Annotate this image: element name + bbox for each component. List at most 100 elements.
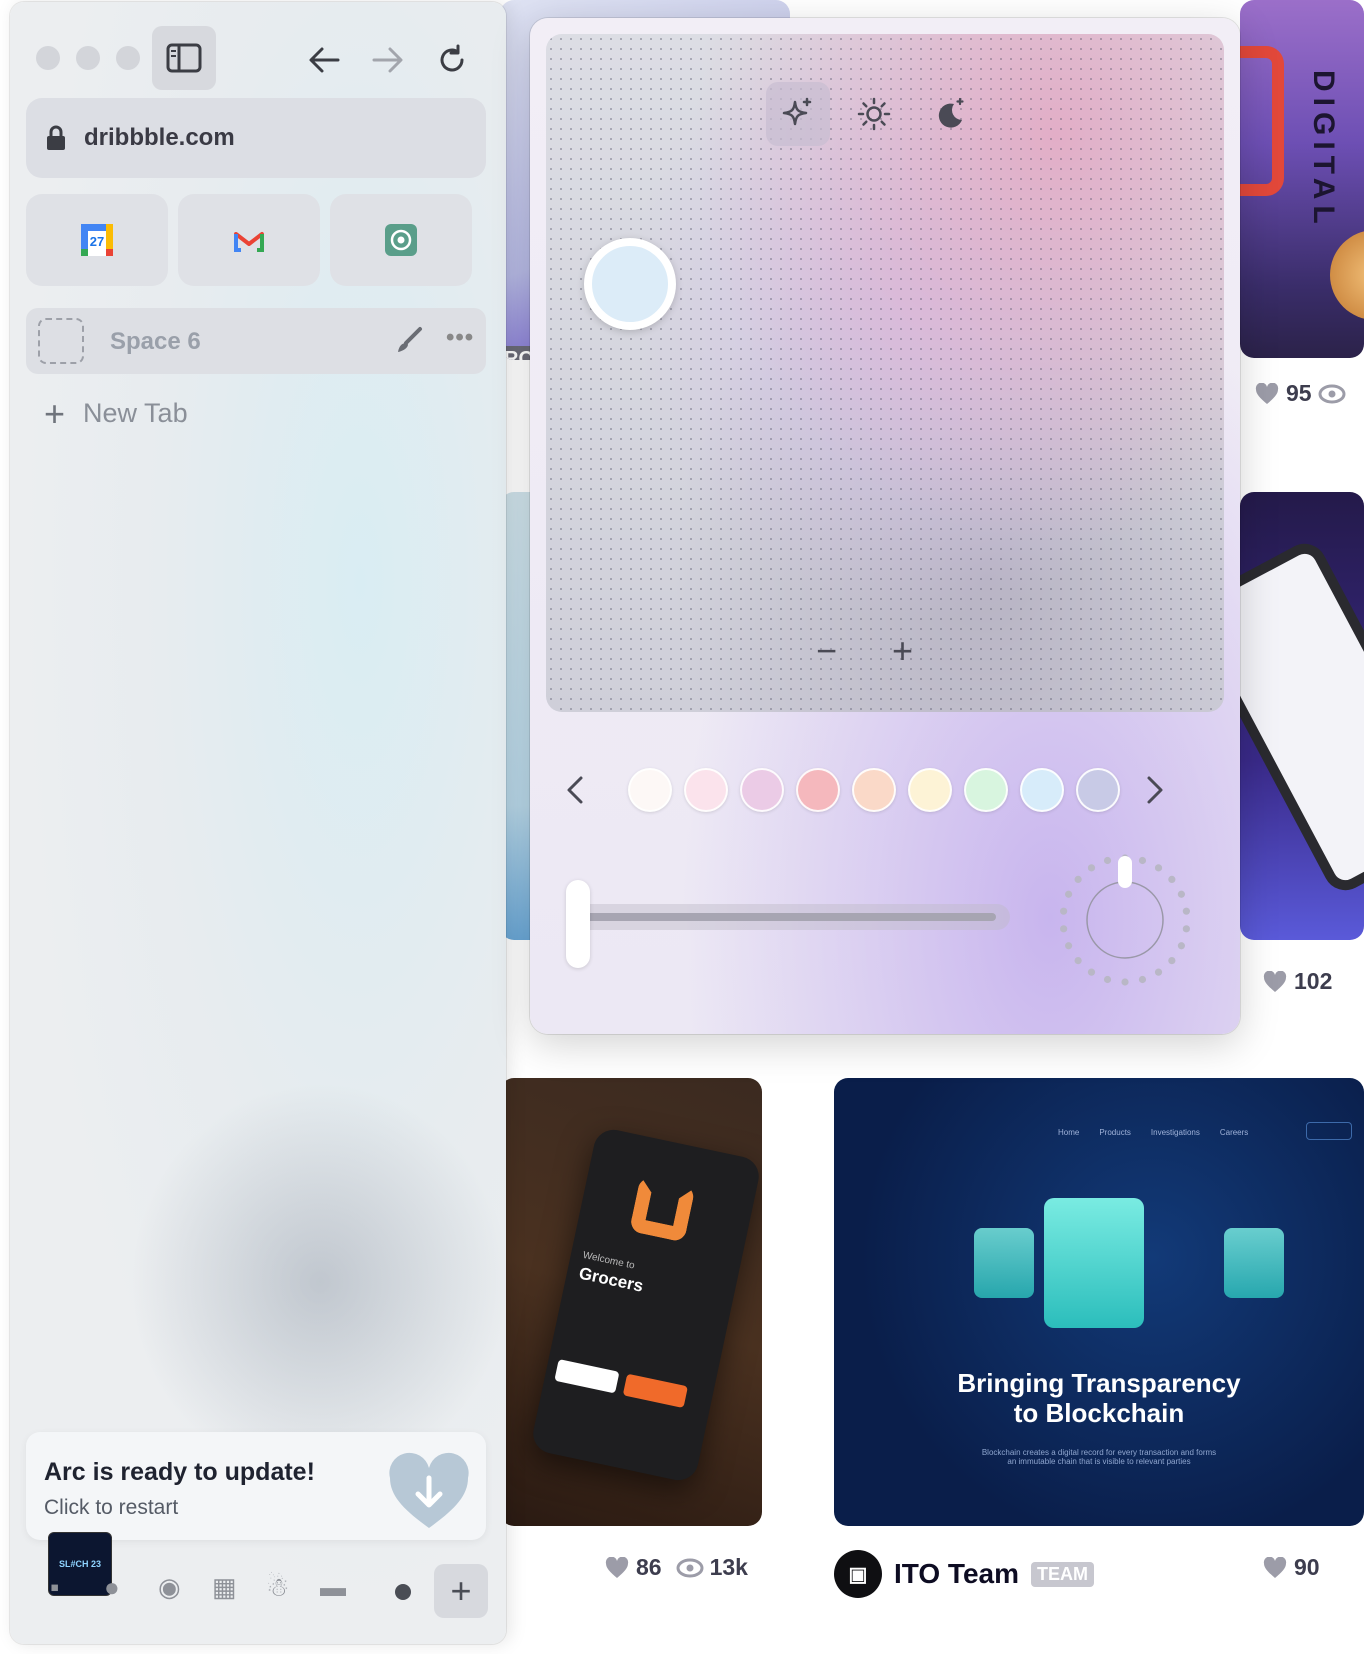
space-icon-building[interactable]: ▦ [212,1572,237,1603]
grain-slider-fill [586,913,996,921]
back-button[interactable] [304,40,344,80]
previous-swatches-button[interactable] [560,770,590,810]
window-controls [36,46,140,70]
favorite-chatgpt[interactable] [330,194,472,286]
grain-slider-thumb[interactable] [566,880,590,968]
chevron-left-icon [567,776,583,804]
team-name[interactable]: ITO Team [894,1558,1019,1590]
dial-tick [1121,978,1129,986]
space-icon-laptop[interactable]: ▬ [320,1572,346,1603]
dial-tick [1103,975,1112,984]
decrease-intensity-button[interactable]: − [816,630,837,672]
mode-light-button[interactable] [842,82,906,146]
dial-tick [1177,890,1185,898]
mockup-nav-item: Home [1058,1128,1080,1137]
color-swatch[interactable] [796,768,840,812]
arrow-left-icon [309,47,340,73]
new-tab-label: New Tab [83,398,188,428]
space-icon-placeholder[interactable] [38,318,84,364]
reload-button[interactable] [432,40,472,80]
shot-thumbnail-mid-right[interactable] [1240,492,1364,940]
noise-dial[interactable] [1050,844,1200,994]
color-swatch[interactable] [1076,768,1120,812]
tablet-mockup [1240,536,1364,898]
color-swatch[interactable] [740,768,784,812]
sun-icon [857,97,891,131]
space-header[interactable]: Space 6 ••• [26,308,486,374]
chevron-right-icon [1147,776,1163,804]
gmail-icon [234,232,264,252]
view-count-value: 13k [709,1554,748,1580]
mockup-signup-button [1306,1122,1352,1140]
mockup-description-line: Blockchain creates a digital record for … [981,1448,1217,1457]
grain-slider-track[interactable] [568,904,1010,930]
minimize-window-button[interactable] [76,46,100,70]
plus-icon: + [44,392,66,434]
shot-author[interactable]: ▣ ITO Team TEAM [834,1550,1095,1598]
new-tab-button[interactable]: + New Tab [44,392,188,434]
like-count-value: 102 [1294,968,1333,994]
grocers-signin-button [554,1359,620,1394]
mockup-headline-line: Bringing Transparency [957,1368,1241,1398]
color-swatch[interactable] [684,768,728,812]
dial-tick [1168,875,1176,883]
space-icon-tiger[interactable]: ◉ [158,1572,181,1603]
calendar-day: 27 [90,234,104,249]
sidebar-gradient [130,1082,506,1482]
heart-icon[interactable] [1254,382,1280,405]
dial-tick [1103,856,1112,865]
close-window-button[interactable] [36,46,60,70]
mockup-nav-item: Careers [1219,1128,1249,1137]
arc-sidebar: dribbble.com 27 Space 6 ••• + New Tab Ar… [10,2,506,1644]
next-swatches-button[interactable] [1140,770,1170,810]
reload-icon [440,44,464,72]
increase-intensity-button[interactable]: + [892,630,913,672]
space-more-button[interactable]: ••• [446,324,474,352]
mockup-nav-item: Products [1099,1128,1131,1137]
team-avatar[interactable]: ▣ [834,1550,882,1598]
favorite-gmail[interactable] [178,194,320,286]
eye-icon [1318,384,1346,404]
heart-icon[interactable] [1262,970,1288,993]
space-icon-bubble[interactable]: ● [104,1572,120,1603]
space-icon-folder[interactable]: ▪ [50,1572,59,1603]
like-count-value: 86 [636,1554,662,1580]
color-picker-handle[interactable] [584,238,676,330]
color-swatch[interactable] [1020,768,1064,812]
zoom-window-button[interactable] [116,46,140,70]
dial-indicator[interactable] [1118,856,1132,888]
update-notification[interactable]: Arc is ready to update! Click to restart [26,1432,486,1540]
like-count-value: 95 [1286,380,1312,406]
address-bar[interactable]: dribbble.com [26,98,486,178]
shot-thumbnail-top-right[interactable]: DIGITAL [1240,0,1364,358]
logo-shape [1240,46,1284,196]
grocers-title-text: Grocers [577,1263,645,1296]
shot-thumbnail-grocers[interactable]: Welcome to Grocers [500,1078,762,1526]
orb-graphic [1330,230,1364,320]
download-heart-icon [389,1452,469,1528]
mode-dark-button[interactable] [918,82,982,146]
dial-tick [1182,907,1190,915]
mockup-headline-line: to Blockchain [1013,1398,1185,1428]
forward-button[interactable] [368,40,408,80]
eye-icon [676,1558,704,1578]
color-swatch[interactable] [628,768,672,812]
dial-tick [1138,856,1147,865]
heart-icon[interactable] [604,1556,630,1579]
heart-icon[interactable] [1262,1556,1288,1579]
space-icon-active-dot[interactable] [395,1584,411,1600]
like-count-value: 90 [1294,1554,1320,1580]
dial-tick [1182,925,1190,933]
color-swatch[interactable] [908,768,952,812]
dial-knob[interactable] [1086,881,1164,959]
color-swatch[interactable] [852,768,896,812]
space-icon-snowman[interactable]: ☃ [266,1572,289,1603]
color-swatch[interactable] [964,768,1008,812]
paintbrush-icon[interactable] [394,326,424,356]
favorite-calendar[interactable]: 27 [26,194,168,286]
mode-auto-button[interactable] [766,82,830,146]
sidebar-toggle-button[interactable] [152,26,216,90]
add-space-button[interactable]: + [434,1564,488,1618]
dial-tick [1074,875,1082,883]
shot-thumbnail-blockchain[interactable]: Home Products Investigations Careers Bri… [834,1078,1364,1526]
